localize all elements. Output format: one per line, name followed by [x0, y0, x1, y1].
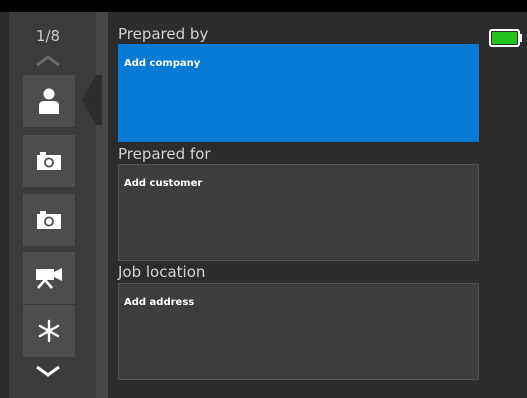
page-indicator: 1/8 — [35, 27, 61, 45]
customer-field[interactable]: Add customer — [118, 164, 479, 261]
video-camera-icon — [36, 268, 62, 289]
selection-pointer — [80, 75, 102, 125]
chevron-down-icon[interactable] — [35, 364, 61, 378]
camera-icon — [37, 152, 61, 170]
top-bar — [0, 0, 527, 12]
sidebar-divider — [96, 12, 108, 398]
sidebar-item-settings[interactable] — [23, 305, 75, 357]
section-label-job-location: Job location — [118, 263, 206, 281]
section-label-prepared-for: Prepared for — [118, 145, 211, 163]
address-field[interactable]: Add address — [118, 283, 479, 380]
sidebar-item-prepared-by[interactable] — [23, 75, 75, 127]
asterisk-icon — [38, 319, 60, 343]
company-field[interactable]: Add company — [118, 44, 479, 142]
chevron-up-icon[interactable] — [35, 53, 61, 67]
sidebar-item-photo-2[interactable] — [23, 194, 75, 246]
sidebar-item-photo-1[interactable] — [23, 135, 75, 187]
sidebar-item-video[interactable] — [23, 252, 75, 304]
camera-icon — [37, 211, 61, 229]
person-icon — [39, 88, 59, 114]
battery-icon — [489, 29, 522, 47]
section-label-prepared-by: Prepared by — [118, 25, 209, 43]
